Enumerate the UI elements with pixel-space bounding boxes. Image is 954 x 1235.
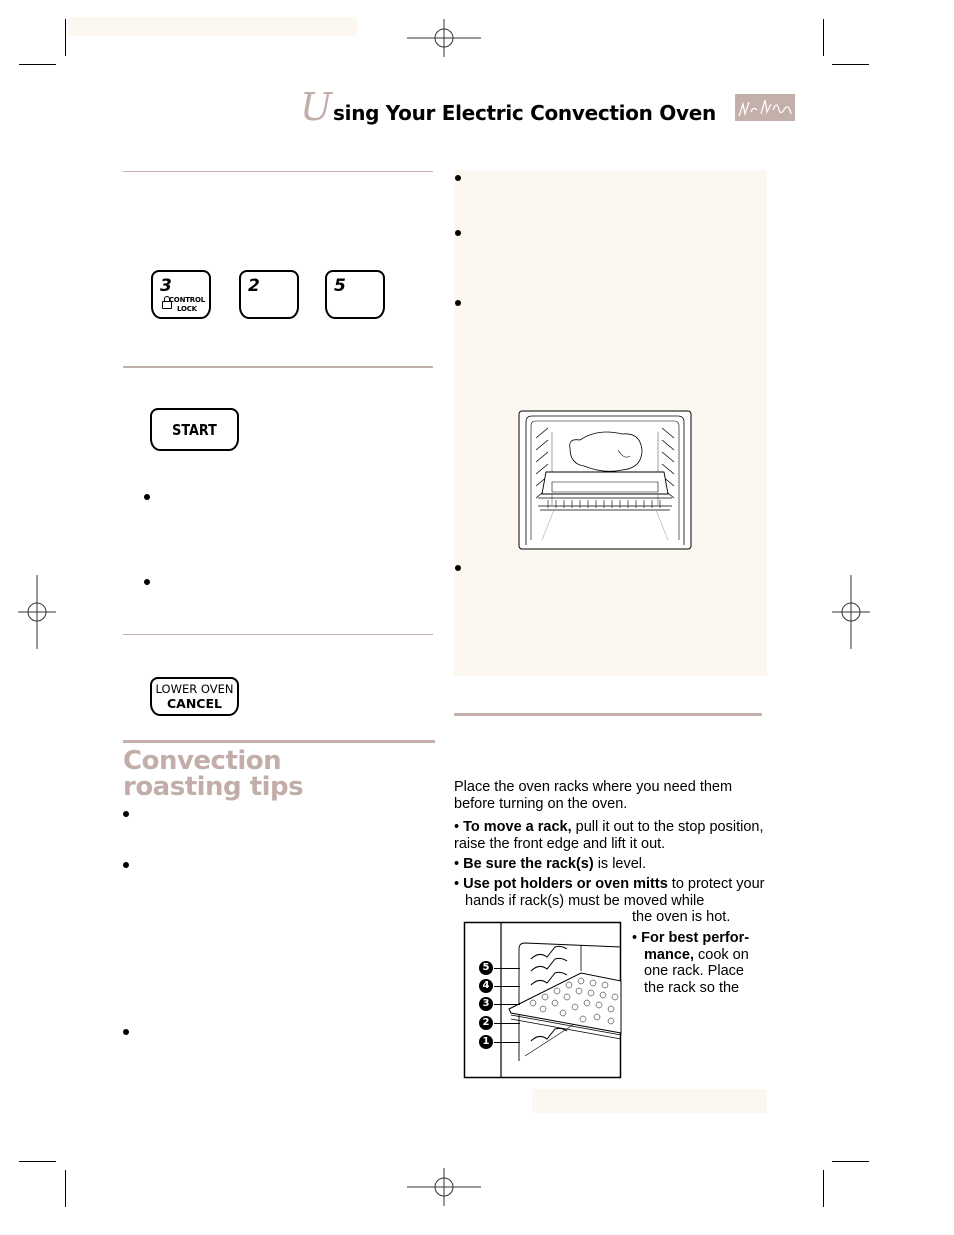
rack-position-4-marker: 4 bbox=[479, 979, 493, 993]
rack-tip-item: • Be sure the rack(s) is level. bbox=[454, 856, 774, 873]
bullet bbox=[123, 1029, 129, 1035]
tip-bold: For best perfor- bbox=[641, 930, 750, 946]
cancel-label-line2: CANCEL bbox=[167, 696, 222, 711]
signature-logo-icon bbox=[735, 94, 795, 121]
rack-tip-item: • To move a rack, pull it out to the sto… bbox=[454, 819, 774, 852]
registration-mark-icon bbox=[18, 575, 56, 649]
rack-position-3-marker: 3 bbox=[479, 997, 493, 1011]
key-number: 5 bbox=[334, 276, 346, 296]
tip-text: one rack. Place bbox=[644, 963, 744, 979]
footer-cream-band bbox=[532, 1089, 767, 1113]
section-title-line2: roasting tips bbox=[123, 772, 304, 802]
rack-tip-text: is level. bbox=[593, 856, 647, 872]
bullet-char: • bbox=[454, 876, 464, 892]
page-title-text: sing Your Electric Convection Oven bbox=[333, 101, 716, 125]
crop-mark bbox=[65, 19, 66, 56]
start-button[interactable]: START bbox=[150, 408, 239, 451]
oven-turkey-illustration bbox=[518, 410, 692, 550]
rack-tip-bold: Be sure the rack(s) bbox=[463, 856, 594, 872]
rack-tip-item: • Use pot holders or oven mitts to prote… bbox=[454, 876, 774, 909]
rack-position-leader-line bbox=[494, 1004, 520, 1005]
bullet bbox=[455, 565, 461, 571]
key-sublabel-line2: LOCK bbox=[176, 305, 197, 313]
section-title-line1: Convection bbox=[123, 746, 282, 776]
rack-intro-text: Place the oven racks where you need them… bbox=[454, 779, 733, 812]
header-cream-band bbox=[68, 17, 357, 36]
crop-mark bbox=[19, 1161, 56, 1162]
crop-mark bbox=[832, 64, 869, 65]
rack-position-leader-line bbox=[494, 968, 520, 969]
registration-mark-icon bbox=[407, 19, 481, 57]
page-title-initial: U bbox=[300, 85, 333, 129]
rack-tip-bold: To move a rack, bbox=[463, 819, 572, 835]
section-divider bbox=[123, 366, 433, 368]
tip-bold: mance, bbox=[644, 946, 694, 963]
section-divider bbox=[123, 171, 433, 172]
section-divider bbox=[454, 713, 762, 716]
tip-text: cook on bbox=[693, 946, 749, 963]
key-sublabel: CONTROL LOCK bbox=[169, 296, 205, 314]
crop-mark bbox=[19, 64, 56, 65]
bullet bbox=[455, 175, 461, 181]
bullet bbox=[455, 230, 461, 236]
rack-position-2-marker: 2 bbox=[479, 1016, 493, 1030]
rack-tip-continued: the oven is hot. bbox=[632, 909, 731, 925]
registration-mark-icon bbox=[832, 575, 870, 649]
crop-mark bbox=[823, 19, 824, 56]
rack-position-leader-line bbox=[494, 986, 520, 987]
crop-mark bbox=[65, 1170, 66, 1207]
bullet bbox=[455, 300, 461, 306]
best-performance-tip: • For best perfor- mance, cook on one ra… bbox=[632, 930, 772, 996]
bullet bbox=[123, 862, 129, 868]
page-title: U sing Your Electric Convection Oven bbox=[300, 88, 716, 126]
rack-position-leader-line bbox=[494, 1042, 520, 1043]
bullet bbox=[123, 811, 129, 817]
start-label: START bbox=[172, 421, 217, 439]
bullet-char: • bbox=[632, 930, 642, 946]
rack-position-1-marker: 1 bbox=[479, 1035, 493, 1049]
crop-mark bbox=[832, 1161, 869, 1162]
key-number: 3 bbox=[160, 276, 172, 296]
key-2-button[interactable]: 2 bbox=[239, 270, 299, 319]
cancel-label-line1: LOWER OVEN bbox=[155, 682, 234, 696]
tip-text: the rack so the bbox=[644, 979, 740, 996]
bullet bbox=[144, 579, 150, 585]
key-5-button[interactable]: 5 bbox=[325, 270, 385, 319]
rack-position-leader-line bbox=[494, 1023, 520, 1024]
lower-oven-cancel-button[interactable]: LOWER OVEN CANCEL bbox=[150, 677, 239, 716]
bullet-char: • bbox=[454, 819, 464, 835]
key-number: 2 bbox=[248, 276, 260, 296]
key-3-control-lock-button[interactable]: 3 CONTROL LOCK bbox=[151, 270, 211, 319]
section-divider bbox=[123, 634, 433, 635]
section-title-roasting-tips: Convection roasting tips bbox=[123, 746, 304, 802]
key-sublabel-line1: CONTROL bbox=[168, 296, 205, 304]
registration-mark-icon bbox=[407, 1168, 481, 1206]
crop-mark bbox=[823, 1170, 824, 1207]
rack-position-5-marker: 5 bbox=[479, 961, 493, 975]
bullet bbox=[144, 494, 150, 500]
bullet-char: • bbox=[454, 856, 464, 872]
section-divider bbox=[123, 740, 435, 743]
rack-tip-bold: Use pot holders or oven mitts bbox=[463, 876, 668, 892]
